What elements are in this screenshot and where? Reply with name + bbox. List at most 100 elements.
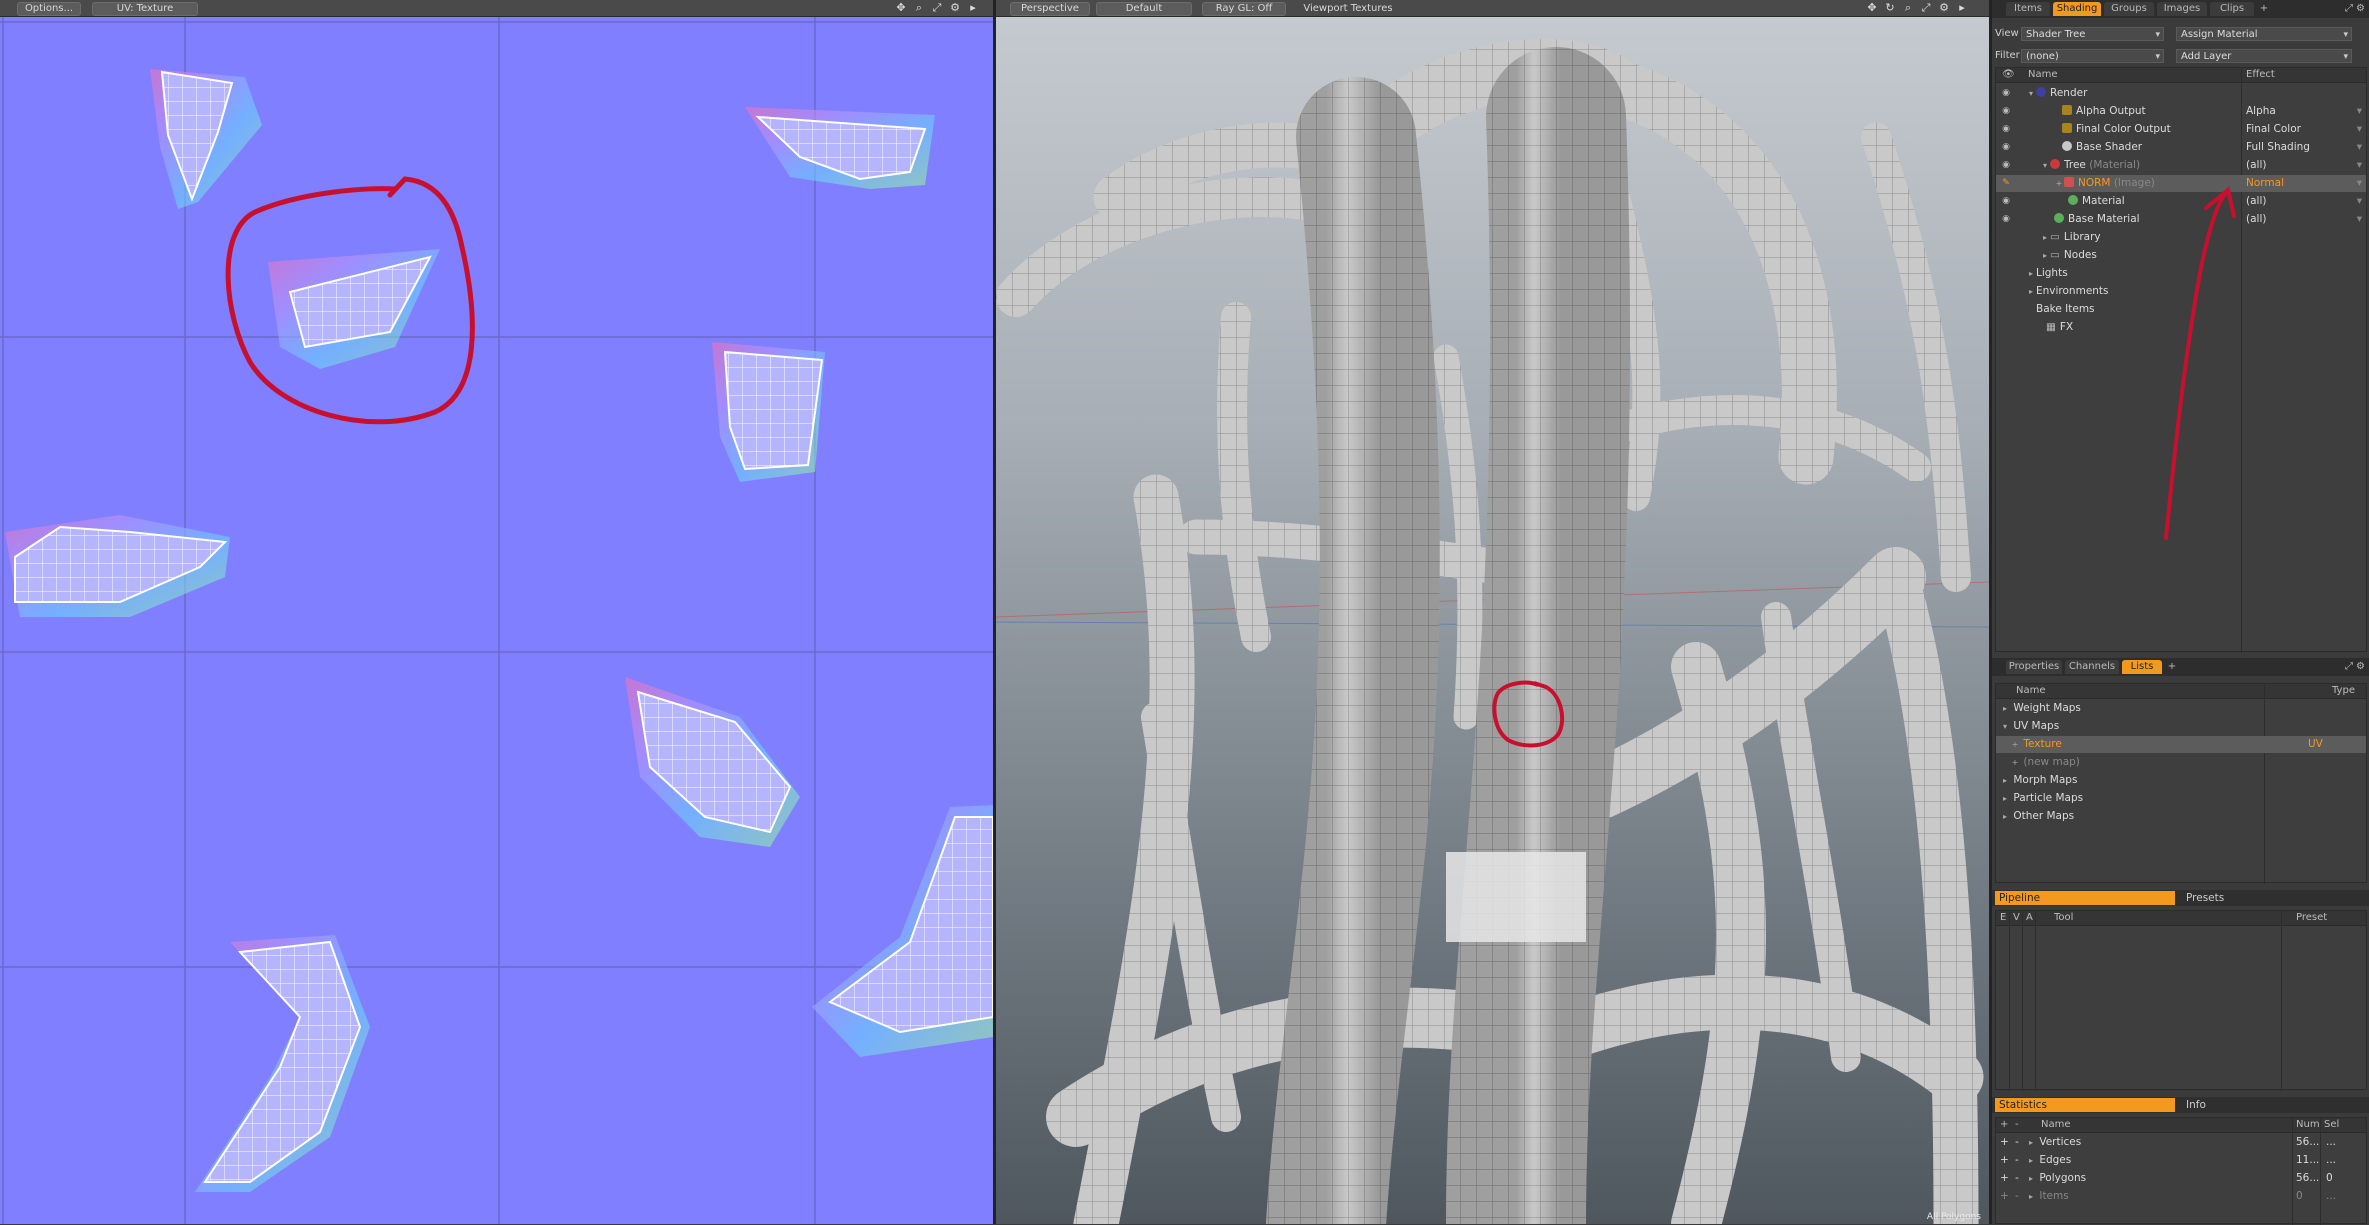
3d-viewport[interactable]: Perspective Default Ray GL: Off Viewport… <box>996 0 1989 1224</box>
output-icon <box>2062 123 2072 133</box>
list-item-particle-maps[interactable]: ▸ Particle Maps <box>1996 790 2366 807</box>
uv-island-2-circled[interactable] <box>268 249 440 369</box>
type-column-header[interactable]: Type <box>2332 684 2355 698</box>
visibility-eye-icon[interactable]: ◉ <box>2000 142 2012 152</box>
list-item-other-maps[interactable]: ▸ Other Maps <box>1996 808 2366 825</box>
tab-properties[interactable]: Properties <box>2006 660 2062 674</box>
shader-icon <box>2062 141 2072 151</box>
edit-pencil-icon[interactable]: ✎ <box>2000 178 2012 188</box>
tree-mesh[interactable] <box>996 39 1984 1224</box>
preset-column-header[interactable]: Preset <box>2296 911 2327 925</box>
list-item-new-map[interactable]: + (new map) <box>1996 754 2366 771</box>
gear-icon[interactable]: ⚙ <box>2356 3 2365 14</box>
red-annotation-arrow <box>2164 186 2236 540</box>
uv-island-8[interactable] <box>195 935 370 1192</box>
expand-icon[interactable]: ⤢ <box>2345 3 2353 14</box>
mid-tabbar: Properties Channels Lists + ⤢ ⚙ <box>1992 658 2369 676</box>
add-tab-button[interactable]: + <box>2257 2 2271 16</box>
options-button[interactable]: Options... <box>17 2 81 16</box>
perspective-button[interactable]: Perspective <box>1010 2 1090 16</box>
sel-column-header[interactable]: Sel <box>2324 1118 2339 1132</box>
effect-column-header[interactable]: Effect <box>2246 68 2275 82</box>
add-layer-dropdown[interactable]: Add Layer <box>2176 49 2352 64</box>
tab-images[interactable]: Images <box>2157 2 2207 16</box>
uv-canvas[interactable] <box>0 17 993 1224</box>
tab-presets[interactable]: Presets <box>2182 891 2302 905</box>
fit-icon[interactable]: ⤢ <box>1919 1 1933 15</box>
pipeline-list: E V A Tool Preset <box>1995 910 2367 1091</box>
material-icon <box>2054 213 2064 223</box>
vertex-map-list: Name Type ▸ Weight Maps ▾ UV Maps + Text… <box>1995 683 2367 884</box>
stats-row-edges[interactable]: + - ▸ Edges 11...... <box>1996 1152 2366 1169</box>
status-text: All Polygons <box>1926 1212 1981 1222</box>
gear-icon[interactable]: ⚙ <box>1937 1 1951 15</box>
stats-row-polygons[interactable]: + - ▸ Polygons 56... 0 <box>1996 1170 2366 1187</box>
default-style-button[interactable]: Default <box>1096 2 1192 16</box>
zoom-icon[interactable]: ⌕ <box>912 1 926 15</box>
tab-statistics[interactable]: Statistics <box>1995 1098 2175 1112</box>
tab-channels[interactable]: Channels <box>2065 660 2119 674</box>
top-tabbar: Items Shading Groups Images Clips + ⤢ ⚙ <box>1992 0 2369 18</box>
expand-icon[interactable]: ⤢ <box>2345 661 2353 672</box>
tab-lists[interactable]: Lists <box>2122 660 2162 674</box>
stats-header: + - Name Num Sel <box>1996 1118 2366 1133</box>
tab-shading[interactable]: Shading <box>2053 2 2101 16</box>
shader-row-render[interactable]: ◉ ▾ Render <box>1996 85 2366 102</box>
tab-items[interactable]: Items <box>2006 2 2050 16</box>
uv-map-button[interactable]: UV: Texture <box>92 2 198 16</box>
uv-island-6[interactable] <box>625 677 800 847</box>
list-item-weight-maps[interactable]: ▸ Weight Maps <box>1996 700 2366 717</box>
visibility-eye-icon[interactable]: ◉ <box>2000 214 2012 224</box>
fit-icon[interactable]: ⤢ <box>930 1 944 15</box>
uv-island-1[interactable] <box>150 69 262 209</box>
ray-gl-button[interactable]: Ray GL: Off <box>1202 2 1286 16</box>
uv-island-3[interactable] <box>745 107 935 189</box>
uv-grid <box>0 17 993 1224</box>
folder-icon: ▭ <box>2050 249 2060 261</box>
view-dropdown[interactable]: Shader Tree <box>2021 27 2164 42</box>
lists-header: Name Type <box>1996 684 2366 699</box>
viewport-textures-button[interactable]: Viewport Textures <box>1296 2 1400 16</box>
list-item-texture[interactable]: + Texture UV <box>1996 736 2366 753</box>
render-icon <box>2036 87 2046 97</box>
expand-arrow-icon[interactable]: ▸ <box>1955 1 1969 15</box>
tab-groups[interactable]: Groups <box>2104 2 2154 16</box>
move-view-icon[interactable]: ✥ <box>1865 1 1879 15</box>
move-view-icon[interactable]: ✥ <box>894 1 908 15</box>
num-column-header[interactable]: Num <box>2296 1118 2320 1132</box>
rotate-view-icon[interactable]: ↻ <box>1883 1 1897 15</box>
add-tab-button[interactable]: + <box>2165 660 2179 674</box>
visibility-eye-icon[interactable]: ◉ <box>2000 196 2012 206</box>
list-item-uv-maps[interactable]: ▾ UV Maps <box>1996 718 2366 735</box>
stats-row-items[interactable]: + - ▸ Items 0... <box>1996 1188 2366 1205</box>
gear-icon[interactable]: ⚙ <box>2356 661 2365 672</box>
stats-row-vertices[interactable]: + - ▸ Vertices 56...... <box>1996 1134 2366 1151</box>
uv-island-7[interactable] <box>812 805 993 1057</box>
filter-dropdown[interactable]: (none) <box>2021 49 2164 64</box>
visibility-eye-icon[interactable]: ◉ <box>2000 124 2012 134</box>
visibility-eye-icon[interactable]: ◉ <box>2000 106 2012 116</box>
tool-column-header[interactable]: Tool <box>2054 911 2073 925</box>
gear-icon[interactable]: ⚙ <box>948 1 962 15</box>
name-column-header[interactable]: Name <box>2028 68 2058 82</box>
tab-clips[interactable]: Clips <box>2210 2 2254 16</box>
statistics-list: + - Name Num Sel + - ▸ Vertices 56...... + -… <box>1995 1117 2367 1225</box>
fx-icon: ▦ <box>2046 321 2056 333</box>
viewport-header: Perspective Default Ray GL: Off Viewport… <box>996 0 1989 17</box>
tab-pipeline[interactable]: Pipeline <box>1995 891 2175 905</box>
name-column-header[interactable]: Name <box>2041 1118 2071 1132</box>
uv-editor-panel[interactable]: Options... UV: Texture ✥ ⌕ ⤢ ⚙ ▸ <box>0 0 993 1224</box>
material-icon <box>2068 195 2078 205</box>
name-column-header[interactable]: Name <box>2016 684 2046 698</box>
uv-island-4[interactable] <box>712 342 825 482</box>
expand-arrow-icon[interactable]: ▸ <box>966 1 980 15</box>
visibility-eye-icon[interactable]: ◉ <box>2000 88 2012 98</box>
uv-island-5[interactable] <box>5 515 230 617</box>
list-item-morph-maps[interactable]: ▸ Morph Maps <box>1996 772 2366 789</box>
tab-info[interactable]: Info <box>2182 1098 2302 1112</box>
assign-material-dropdown[interactable]: Assign Material <box>2176 27 2352 42</box>
zoom-icon[interactable]: ⌕ <box>1901 1 1915 15</box>
pipeline-bar: Pipeline Presets <box>1992 890 2369 906</box>
visibility-eye-icon[interactable]: ◉ <box>2000 160 2012 170</box>
viewport-canvas[interactable] <box>996 17 1989 1224</box>
